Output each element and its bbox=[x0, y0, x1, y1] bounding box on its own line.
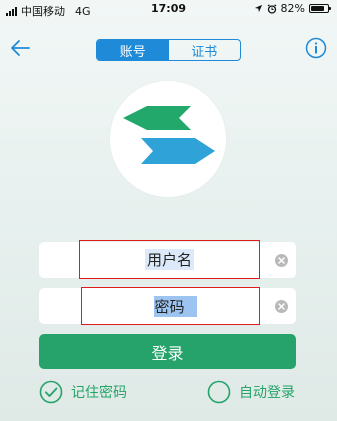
status-bar: 中国移动 4G 17:09 82% bbox=[0, 0, 337, 20]
battery-fill bbox=[311, 6, 324, 11]
location-icon bbox=[254, 4, 262, 13]
status-right: 82% bbox=[254, 2, 331, 15]
password-input[interactable]: 密码 bbox=[81, 287, 260, 325]
auto-login-label: 自动登录 bbox=[239, 385, 295, 401]
back-arrow-icon[interactable] bbox=[8, 36, 32, 60]
battery-icon bbox=[309, 4, 331, 13]
auto-login-option[interactable]: 自动登录 bbox=[207, 380, 295, 404]
info-icon[interactable] bbox=[305, 37, 327, 59]
account-type-switch: 账号 证书 bbox=[96, 39, 241, 61]
nav-bar: 账号 证书 bbox=[0, 30, 337, 66]
login-button[interactable]: 登录 bbox=[39, 334, 296, 369]
username-placeholder: 用户名 bbox=[144, 249, 194, 270]
battery-percent: 82% bbox=[280, 2, 305, 15]
remember-password-label: 记住密码 bbox=[71, 385, 127, 401]
tab-certificate[interactable]: 证书 bbox=[169, 40, 241, 60]
password-field-row: 密码 bbox=[39, 287, 296, 325]
username-input[interactable]: 用户名 bbox=[79, 240, 260, 279]
password-placeholder: 密码 bbox=[154, 295, 197, 317]
app-logo-icon bbox=[123, 106, 215, 164]
unchecked-circle-icon bbox=[207, 380, 231, 404]
tab-account[interactable]: 账号 bbox=[97, 40, 169, 60]
app-logo bbox=[110, 81, 226, 197]
clear-icon[interactable] bbox=[275, 300, 288, 313]
clear-icon[interactable] bbox=[275, 254, 288, 267]
checked-circle-icon bbox=[39, 380, 63, 404]
alarm-icon bbox=[267, 3, 276, 14]
remember-password-option[interactable]: 记住密码 bbox=[39, 380, 127, 404]
username-field-row: 用户名 bbox=[39, 240, 296, 279]
